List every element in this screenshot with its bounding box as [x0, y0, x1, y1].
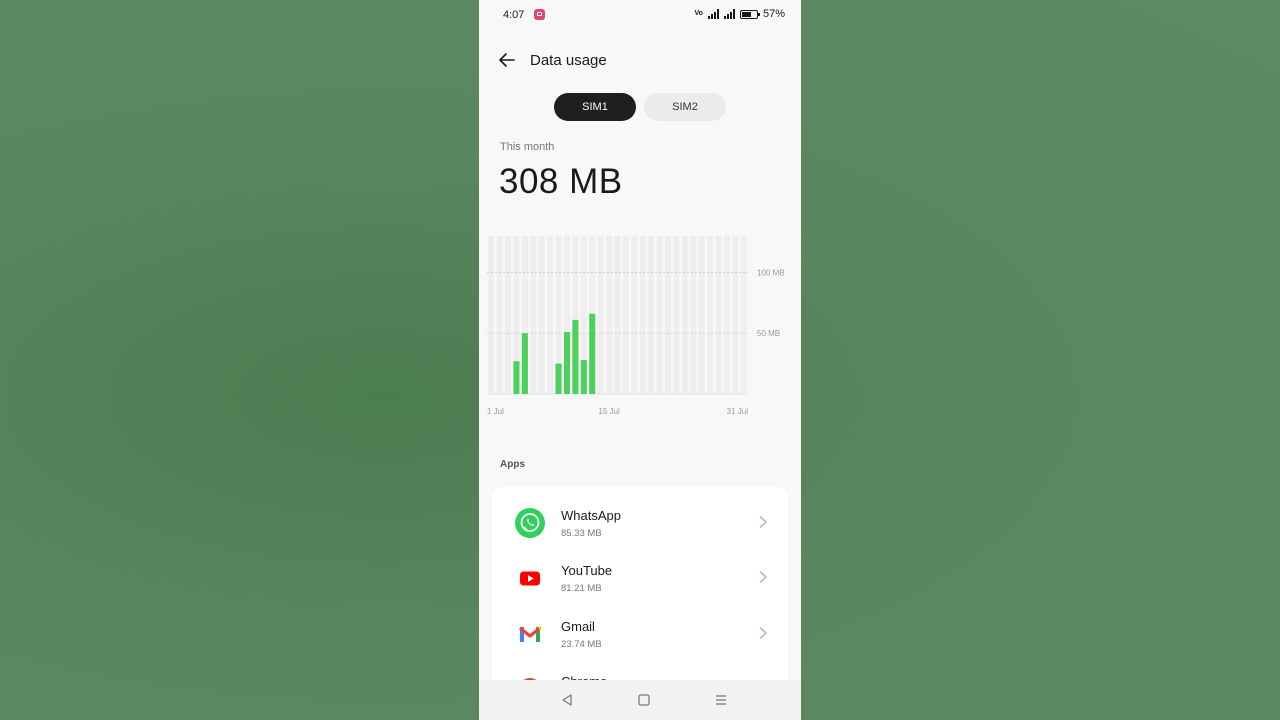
chart-bar [555, 363, 562, 394]
chart-y-tick-label: 100 MB [757, 268, 785, 277]
chart-day-column [639, 236, 646, 394]
battery-icon [739, 9, 760, 19]
tab-sim1[interactable]: SIM1 [554, 93, 636, 121]
chart-bar [580, 359, 587, 394]
total-usage: 308 MB [499, 162, 623, 201]
tab-sim2[interactable]: SIM2 [644, 93, 726, 121]
chart-day-column [606, 236, 613, 394]
gmail-icon [519, 626, 541, 642]
usage-chart-svg: 100 MB 50 MB 1 Jul 15 Jul 31 Jul [487, 236, 785, 416]
chart-day-column [673, 236, 680, 394]
chart-bar [563, 332, 571, 394]
status-indicators: Vo 57% [695, 8, 785, 20]
chart-day-column [715, 236, 722, 394]
battery-percent: 57% [762, 8, 785, 20]
app-row-whatsapp[interactable]: WhatsApp 85.33 MB [492, 494, 788, 549]
chart-day-column [597, 236, 604, 394]
chart-day-column [707, 236, 714, 394]
app-name: YouTube [561, 563, 613, 578]
chart-day-column [530, 236, 537, 394]
chart-day-column [723, 236, 730, 394]
chart-day-column [648, 236, 655, 394]
signal-icon-sim2 [723, 9, 735, 19]
chart-bar [513, 361, 520, 394]
chart-bar [572, 319, 579, 394]
nav-menu-icon[interactable] [714, 693, 728, 707]
navigation-bar [479, 680, 801, 720]
nav-back-icon[interactable] [560, 693, 574, 707]
period-label: This month [500, 141, 555, 153]
app-row-gmail[interactable]: Gmail 23.74 MB [492, 605, 788, 660]
status-time: 4:07 [503, 9, 525, 21]
back-arrow-icon[interactable] [497, 50, 517, 70]
phone-screen: 4:07 Vo 57% Data usage SIM1 SIM2 This mo… [479, 0, 801, 720]
chart-day-column [740, 236, 747, 394]
chart-day-column [488, 236, 495, 394]
chart-day-column [496, 236, 503, 394]
chevron-right-icon [759, 626, 768, 640]
chart-day-column [732, 236, 739, 394]
usage-chart: 100 MB 50 MB 1 Jul 15 Jul 31 Jul [479, 230, 801, 430]
app-usage: 23.74 MB [561, 639, 602, 650]
status-bar: 4:07 Vo 57% [479, 0, 801, 30]
chart-day-column [505, 236, 512, 394]
chart-day-column [631, 236, 638, 394]
chart-x-tick-label: 1 Jul [487, 407, 504, 416]
app-header: Data usage [479, 40, 801, 80]
app-usage: 85.33 MB [561, 528, 602, 539]
chevron-right-icon [759, 570, 768, 584]
app-usage: 81.21 MB [561, 583, 602, 594]
nav-home-icon[interactable] [637, 693, 651, 707]
chart-x-tick-label: 31 Jul [727, 407, 749, 416]
app-name: Gmail [561, 619, 595, 634]
chart-day-column [538, 236, 545, 394]
chart-day-column [622, 236, 629, 394]
page-title: Data usage [530, 52, 607, 69]
apps-section-label: Apps [500, 459, 525, 470]
app-row-youtube[interactable]: YouTube 81.21 MB [492, 549, 788, 604]
sim-tabs: SIM1 SIM2 [479, 93, 801, 121]
notification-icon [534, 9, 545, 20]
chevron-right-icon [759, 515, 768, 529]
youtube-icon [520, 571, 540, 586]
chart-day-column [681, 236, 688, 394]
chart-day-column [698, 236, 705, 394]
signal-icon-sim1 [707, 9, 719, 19]
chart-bar [521, 333, 528, 394]
chart-day-column [614, 236, 621, 394]
chart-x-tick-label: 15 Jul [598, 407, 620, 416]
whatsapp-icon [515, 508, 545, 538]
chart-day-column [690, 236, 697, 394]
chart-day-column [664, 236, 672, 394]
app-name: WhatsApp [561, 508, 621, 523]
chart-day-column [656, 236, 663, 394]
chart-y-tick-label: 50 MB [757, 329, 780, 338]
volte-icon: Vo [694, 10, 703, 17]
chart-day-column [547, 236, 554, 394]
chart-bar [589, 313, 596, 394]
